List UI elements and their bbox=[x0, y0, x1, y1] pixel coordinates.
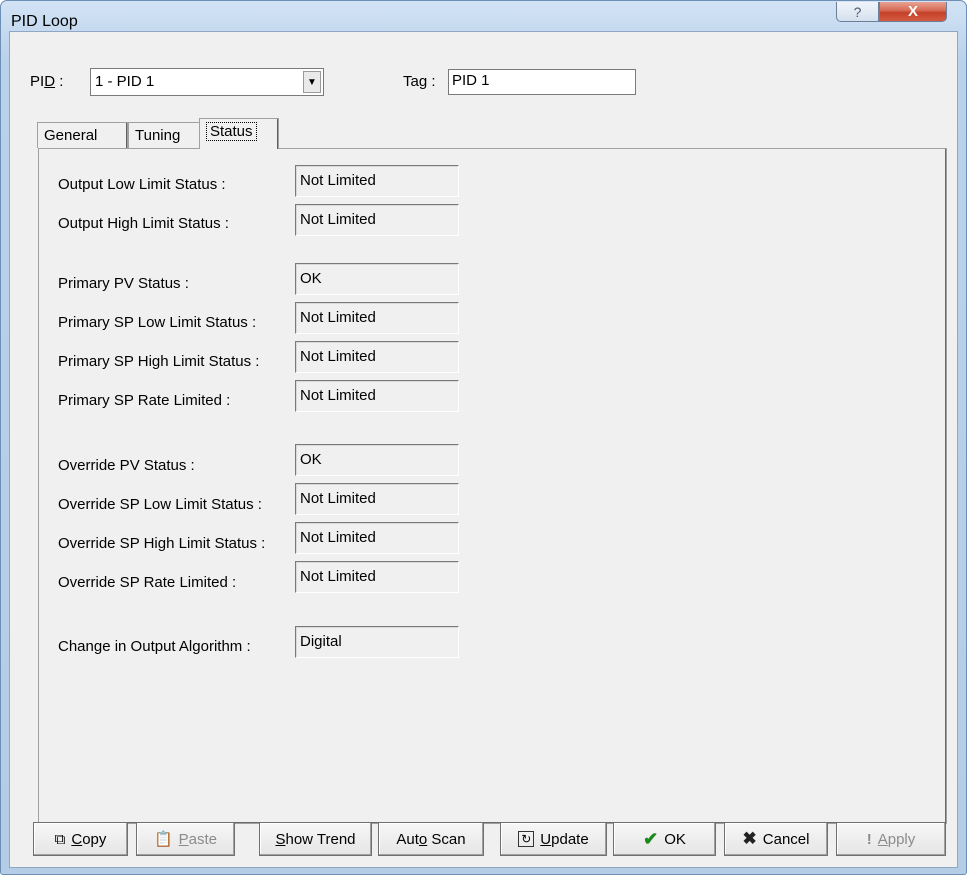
primary-sp-rate-limited-label: Primary SP Rate Limited : bbox=[58, 392, 231, 409]
primary-sp-low-limit-label: Primary SP Low Limit Status : bbox=[58, 314, 257, 331]
show-trend-button[interactable]: Show Trend bbox=[259, 822, 372, 856]
change-in-output-algorithm-value: Digital bbox=[295, 626, 459, 658]
window-title: PID Loop bbox=[11, 13, 78, 30]
output-low-limit-value: Not Limited bbox=[295, 165, 459, 197]
copy-button[interactable]: ⧉ Copy bbox=[33, 822, 128, 856]
override-pv-status-value: OK bbox=[295, 444, 459, 476]
output-high-limit-value: Not Limited bbox=[295, 204, 459, 236]
status-panel bbox=[38, 148, 947, 824]
pid-select[interactable]: 1 - PID 1 ▼ bbox=[90, 68, 324, 96]
refresh-icon: ↻ bbox=[518, 831, 535, 847]
change-in-output-algorithm-label: Change in Output Algorithm : bbox=[58, 638, 251, 655]
ok-button[interactable]: ✔ OK bbox=[613, 822, 716, 856]
paste-icon: 📋 bbox=[153, 831, 173, 848]
dialog-body: PID : 1 - PID 1 ▼ Tag : PID 1 General Tu… bbox=[9, 31, 958, 868]
tag-input[interactable]: PID 1 bbox=[448, 69, 636, 95]
primary-pv-status-label: Primary PV Status : bbox=[58, 275, 189, 292]
pid-select-value: 1 - PID 1 bbox=[95, 73, 155, 90]
x-icon: ✖ bbox=[742, 829, 757, 848]
primary-pv-status-value: OK bbox=[295, 263, 459, 295]
pid-label: PID : bbox=[30, 73, 64, 90]
override-sp-high-limit-label: Override SP High Limit Status : bbox=[58, 535, 266, 552]
cancel-button[interactable]: ✖ Cancel bbox=[724, 822, 828, 856]
override-sp-high-limit-value: Not Limited bbox=[295, 522, 459, 554]
update-button[interactable]: ↻ Update bbox=[500, 822, 607, 856]
close-button[interactable]: X bbox=[879, 2, 947, 22]
primary-sp-high-limit-label: Primary SP High Limit Status : bbox=[58, 353, 260, 370]
override-sp-rate-limited-value: Not Limited bbox=[295, 561, 459, 593]
pid-loop-dialog: PID Loop ? X PID : 1 - PID 1 ▼ Tag : PID… bbox=[0, 0, 967, 875]
checkmark-icon: ✔ bbox=[643, 828, 659, 849]
auto-scan-button[interactable]: Auto Scan bbox=[378, 822, 484, 856]
copy-icon: ⧉ bbox=[54, 830, 66, 848]
chevron-down-icon[interactable]: ▼ bbox=[303, 71, 321, 93]
tag-label: Tag : bbox=[403, 73, 436, 90]
close-icon: X bbox=[907, 3, 918, 20]
primary-sp-high-limit-value: Not Limited bbox=[295, 341, 459, 373]
override-pv-status-label: Override PV Status : bbox=[58, 457, 195, 474]
exclamation-icon: ! bbox=[866, 830, 872, 848]
primary-sp-low-limit-value: Not Limited bbox=[295, 302, 459, 334]
help-icon: ? bbox=[853, 3, 862, 20]
tab-tuning[interactable]: Tuning bbox=[128, 122, 203, 148]
tab-general[interactable]: General bbox=[37, 122, 128, 148]
output-low-limit-label: Output Low Limit Status : bbox=[58, 176, 226, 193]
override-sp-rate-limited-label: Override SP Rate Limited : bbox=[58, 574, 237, 591]
output-high-limit-label: Output High Limit Status : bbox=[58, 215, 229, 232]
override-sp-low-limit-value: Not Limited bbox=[295, 483, 459, 515]
apply-button[interactable]: ! Apply bbox=[836, 822, 946, 856]
tab-status[interactable]: Status bbox=[199, 118, 279, 149]
help-button[interactable]: ? bbox=[836, 2, 879, 22]
primary-sp-rate-limited-value: Not Limited bbox=[295, 380, 459, 412]
paste-button[interactable]: 📋 Paste bbox=[136, 822, 235, 856]
override-sp-low-limit-label: Override SP Low Limit Status : bbox=[58, 496, 262, 513]
